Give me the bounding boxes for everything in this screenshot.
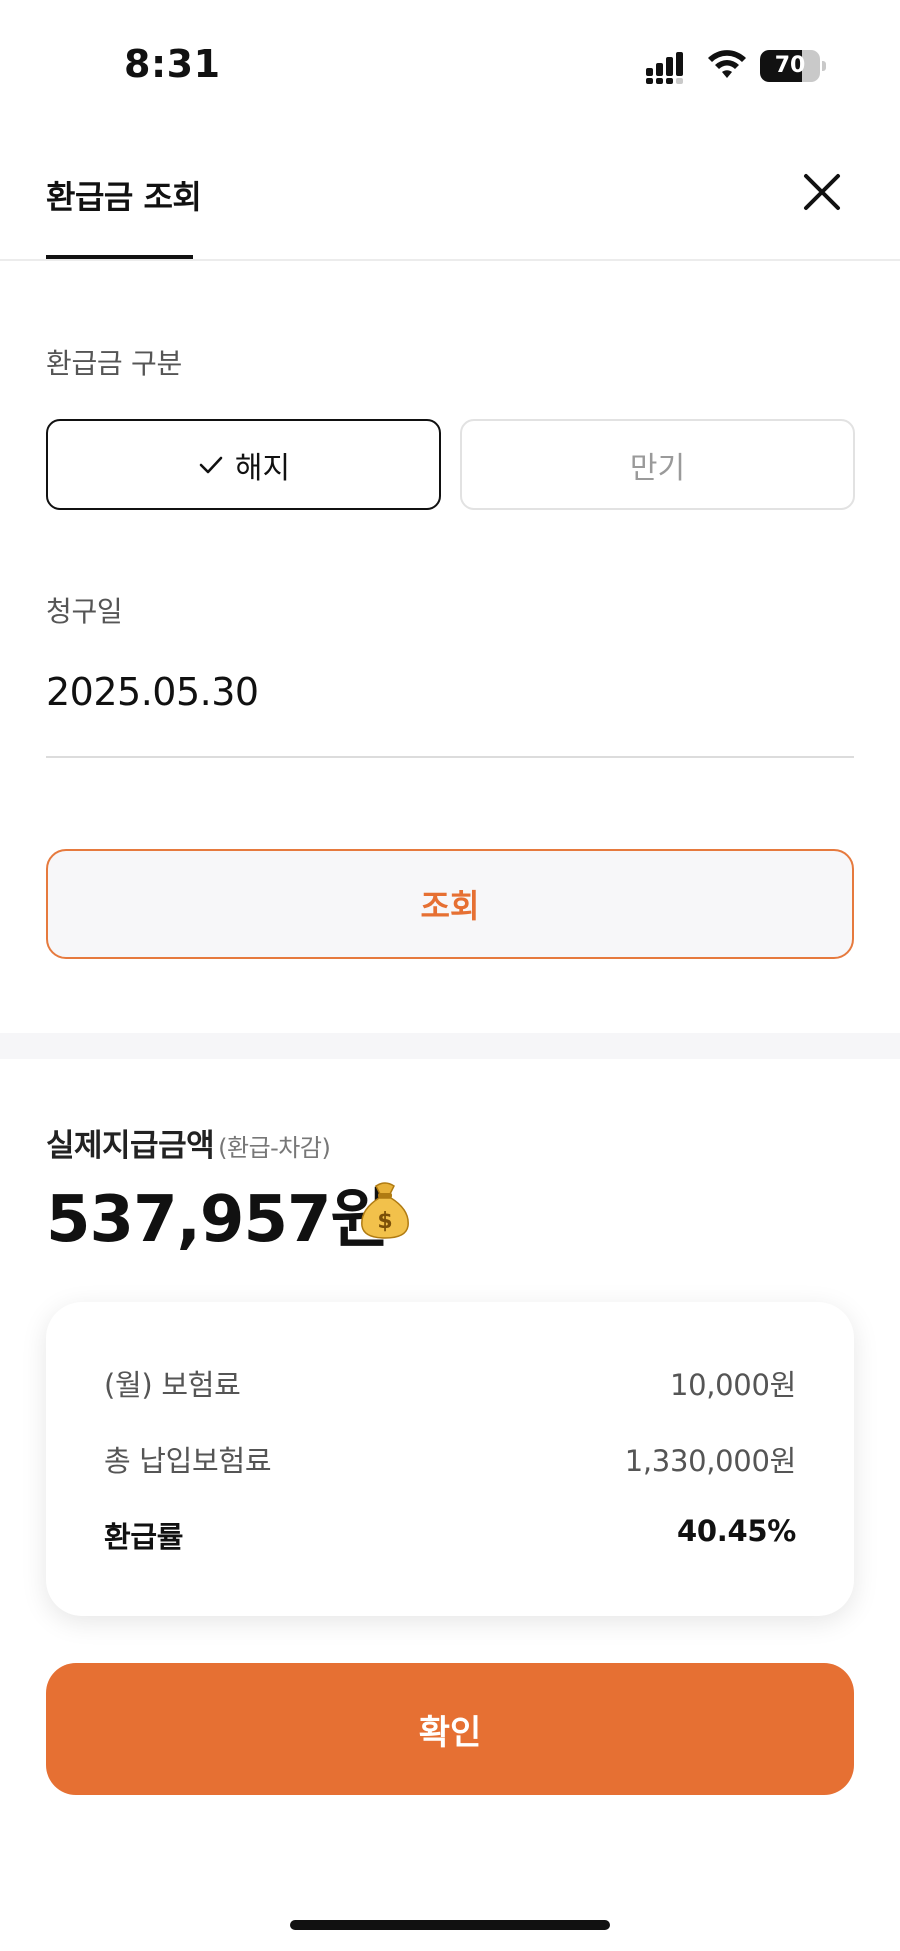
detail-label: 총 납입보험료 (104, 1444, 272, 1478)
signal-icon (646, 52, 683, 84)
confirm-button[interactable]: 확인 (46, 1663, 854, 1795)
actual-payment-label: 실제지급금액 (환급-차감) (46, 1120, 331, 1165)
detail-value: 40.45% (677, 1514, 796, 1548)
moneybag-icon: $ (361, 1182, 409, 1239)
option-cancellation-button[interactable]: 해지 (46, 419, 441, 510)
svg-text:$: $ (377, 1209, 392, 1234)
check-icon (199, 456, 223, 473)
detail-row-total-premium: 총 납입보험료 1,330,000원 (104, 1438, 796, 1480)
battery-icon: 70 (760, 50, 826, 84)
status-time: 8:31 (124, 42, 221, 86)
claim-date-field[interactable]: 2025.05.30 (46, 670, 259, 714)
wifi-icon (708, 50, 746, 78)
option-maturity-label: 만기 (629, 450, 686, 486)
actual-payment-amount: 537,957원 (46, 1183, 389, 1257)
detail-row-refund-rate: 환급률 40.45% (104, 1514, 796, 1556)
detail-row-monthly-premium: (월) 보험료 10,000원 (104, 1362, 796, 1404)
option-cancellation-label: 해지 (234, 450, 291, 486)
refund-details-card: (월) 보험료 10,000원 총 납입보험료 1,330,000원 환급률 4… (46, 1302, 854, 1616)
close-icon[interactable] (798, 168, 846, 216)
claim-date-underline (46, 756, 854, 758)
refund-type-label: 환급금 구분 (46, 347, 182, 380)
detail-label: 환급률 (104, 1520, 184, 1554)
home-indicator[interactable] (290, 1920, 610, 1930)
query-button[interactable]: 조회 (46, 849, 854, 959)
detail-label: (월) 보험료 (104, 1368, 241, 1402)
claim-date-label: 청구일 (46, 595, 123, 628)
tab-refund-inquiry[interactable]: 환급금 조회 (46, 172, 202, 218)
detail-value: 10,000원 (669, 1368, 796, 1402)
option-maturity-button[interactable]: 만기 (460, 419, 855, 510)
actual-payment-sublabel: (환급-차감) (218, 1134, 331, 1162)
detail-value: 1,330,000원 (624, 1444, 797, 1478)
battery-level-text: 70 (774, 53, 806, 78)
section-divider (0, 1033, 900, 1059)
actual-payment-title: 실제지급금액 (46, 1128, 215, 1164)
header-divider (0, 259, 900, 261)
